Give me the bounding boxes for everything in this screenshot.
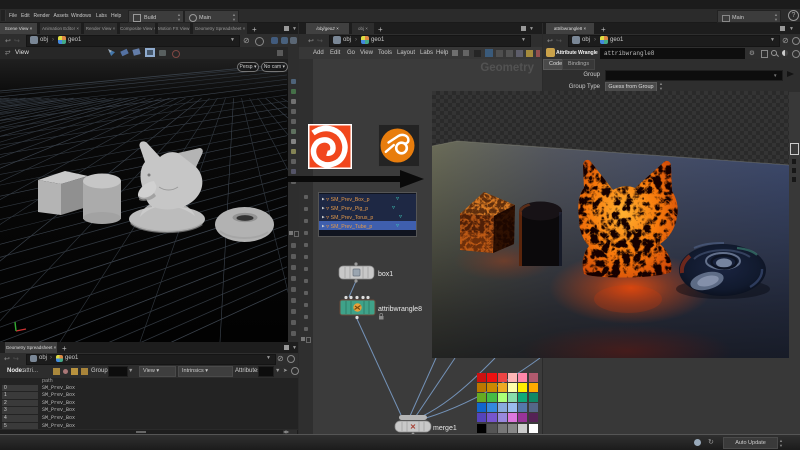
svg-text:attribwrangle8: attribwrangle8 <box>378 306 422 313</box>
svg-text:merge1: merge1 <box>433 425 457 432</box>
svg-text:box1: box1 <box>378 271 393 278</box>
